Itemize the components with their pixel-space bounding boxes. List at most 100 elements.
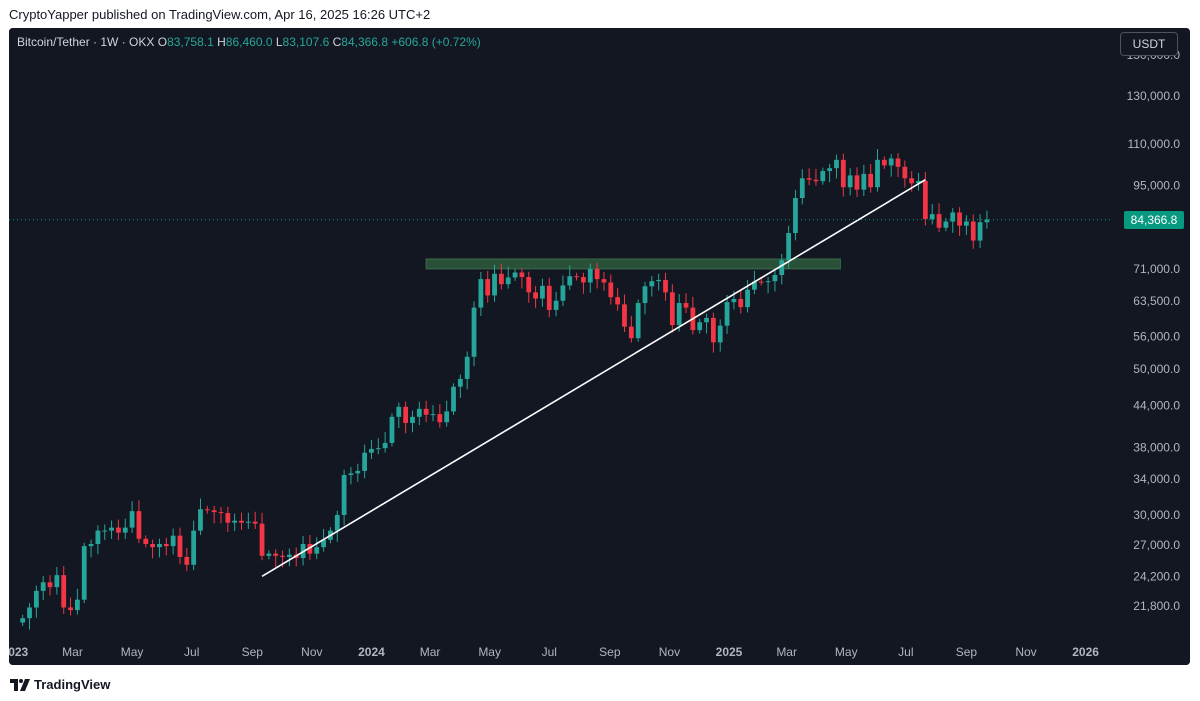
chart-background xyxy=(9,28,1190,665)
candle-body xyxy=(74,599,80,611)
candle-body xyxy=(27,607,32,619)
candle-body xyxy=(567,276,573,286)
high-value: 86,460.0 xyxy=(225,35,273,49)
time-tick-label: Jul xyxy=(898,645,913,659)
candle-body xyxy=(731,298,737,303)
candle-body xyxy=(416,408,422,417)
candle-body xyxy=(895,158,901,167)
change-value: +606.8 (+0.72%) xyxy=(391,35,481,49)
candle-body xyxy=(936,214,942,228)
candle-body xyxy=(943,221,949,228)
candle-body xyxy=(444,411,450,423)
candle-body xyxy=(765,281,771,283)
candlestick-chart[interactable]: 150,000.0130,000.0110,000.095,000.071,00… xyxy=(9,28,1190,665)
candle-body xyxy=(410,416,415,423)
price-tick-label: 27,000.0 xyxy=(1133,538,1180,552)
candle-body xyxy=(129,511,135,528)
candle-body xyxy=(198,509,203,531)
candle-body xyxy=(211,510,217,513)
candle-body xyxy=(977,222,983,241)
candle-body xyxy=(204,509,210,511)
price-tick-label: 71,000.0 xyxy=(1133,262,1180,276)
candle-body xyxy=(663,279,668,293)
candle-body xyxy=(341,475,347,515)
price-tick-label: 130,000.0 xyxy=(1127,89,1181,103)
candle-body xyxy=(922,180,928,220)
candle-body xyxy=(615,297,621,305)
candle-body xyxy=(68,607,73,611)
candle-body xyxy=(854,175,860,190)
symbol-legend: Bitcoin/Tether · 1W · OKX O83,758.1 H86,… xyxy=(17,35,481,49)
candle-body xyxy=(362,452,368,471)
candle-body xyxy=(574,276,580,278)
candle-body xyxy=(471,307,477,357)
candle-body xyxy=(834,159,839,169)
candle-body xyxy=(464,356,470,379)
candle-body xyxy=(232,520,238,523)
candle-body xyxy=(758,281,764,283)
time-tick-label: Jul xyxy=(184,645,199,659)
candle-body xyxy=(498,273,504,285)
candle-body xyxy=(669,292,675,326)
time-tick-label: Nov xyxy=(301,645,322,659)
candle-body xyxy=(950,212,956,222)
candle-body xyxy=(81,546,87,600)
candle-body xyxy=(109,527,114,531)
candle-body xyxy=(717,325,723,343)
candle-body xyxy=(957,212,962,226)
candle-body xyxy=(273,553,279,556)
candle-body xyxy=(116,527,121,533)
price-tick-label: 44,000.0 xyxy=(1133,399,1180,413)
candle-body xyxy=(485,279,491,296)
candle-body xyxy=(191,530,197,565)
price-tick-label: 110,000.0 xyxy=(1128,137,1181,151)
candle-body xyxy=(533,292,538,299)
low-value: 83,107.6 xyxy=(282,35,330,49)
candle-body xyxy=(813,179,819,182)
candle-body xyxy=(512,272,518,278)
candle-body xyxy=(581,277,586,283)
candle-body xyxy=(47,582,53,588)
candle-body xyxy=(88,543,94,547)
candle-body xyxy=(697,322,703,331)
candle-body xyxy=(847,175,853,188)
candle-body xyxy=(587,268,593,283)
time-tick-label: May xyxy=(478,645,501,659)
symbol-name[interactable]: Bitcoin/Tether · 1W · OKX xyxy=(17,35,154,49)
screenshot-frame: CryptoYapper published on TradingView.co… xyxy=(0,0,1200,701)
candle-body xyxy=(540,285,545,299)
candle-body xyxy=(20,618,26,623)
time-tick-label: Nov xyxy=(659,645,680,659)
candle-body xyxy=(827,168,833,172)
candle-body xyxy=(252,521,258,524)
candle-body xyxy=(355,470,361,474)
candle-body xyxy=(799,178,805,198)
candle-body xyxy=(553,300,559,310)
candle-body xyxy=(280,555,285,557)
time-tick-label: 2025 xyxy=(716,645,743,659)
close-label: C xyxy=(332,35,342,49)
candle-body xyxy=(375,448,381,450)
candle-body xyxy=(875,159,880,188)
candle-body xyxy=(61,575,67,608)
price-tick-label: 34,000.0 xyxy=(1133,472,1180,486)
time-tick-label: Mar xyxy=(420,645,441,659)
footer: TradingView xyxy=(0,665,1200,701)
time-tick-label: 2024 xyxy=(358,645,385,659)
candle-body xyxy=(239,520,244,523)
candle-body xyxy=(772,274,778,282)
tradingview-logo[interactable]: TradingView xyxy=(10,677,110,692)
candle-body xyxy=(806,178,812,180)
currency-button[interactable]: USDT xyxy=(1120,32,1178,56)
price-tick-label: 21,800.0 xyxy=(1133,599,1180,613)
chart-panel[interactable]: 150,000.0130,000.0110,000.095,000.071,00… xyxy=(9,28,1190,665)
candle-body xyxy=(334,514,340,531)
candle-body xyxy=(929,214,935,220)
candle-body xyxy=(888,158,894,166)
candle-body xyxy=(560,285,566,301)
candle-body xyxy=(122,527,128,533)
candle-body xyxy=(505,277,511,285)
time-tick-label: Nov xyxy=(1015,645,1036,659)
candle-body xyxy=(150,543,156,548)
price-tick-label: 50,000.0 xyxy=(1133,362,1180,376)
